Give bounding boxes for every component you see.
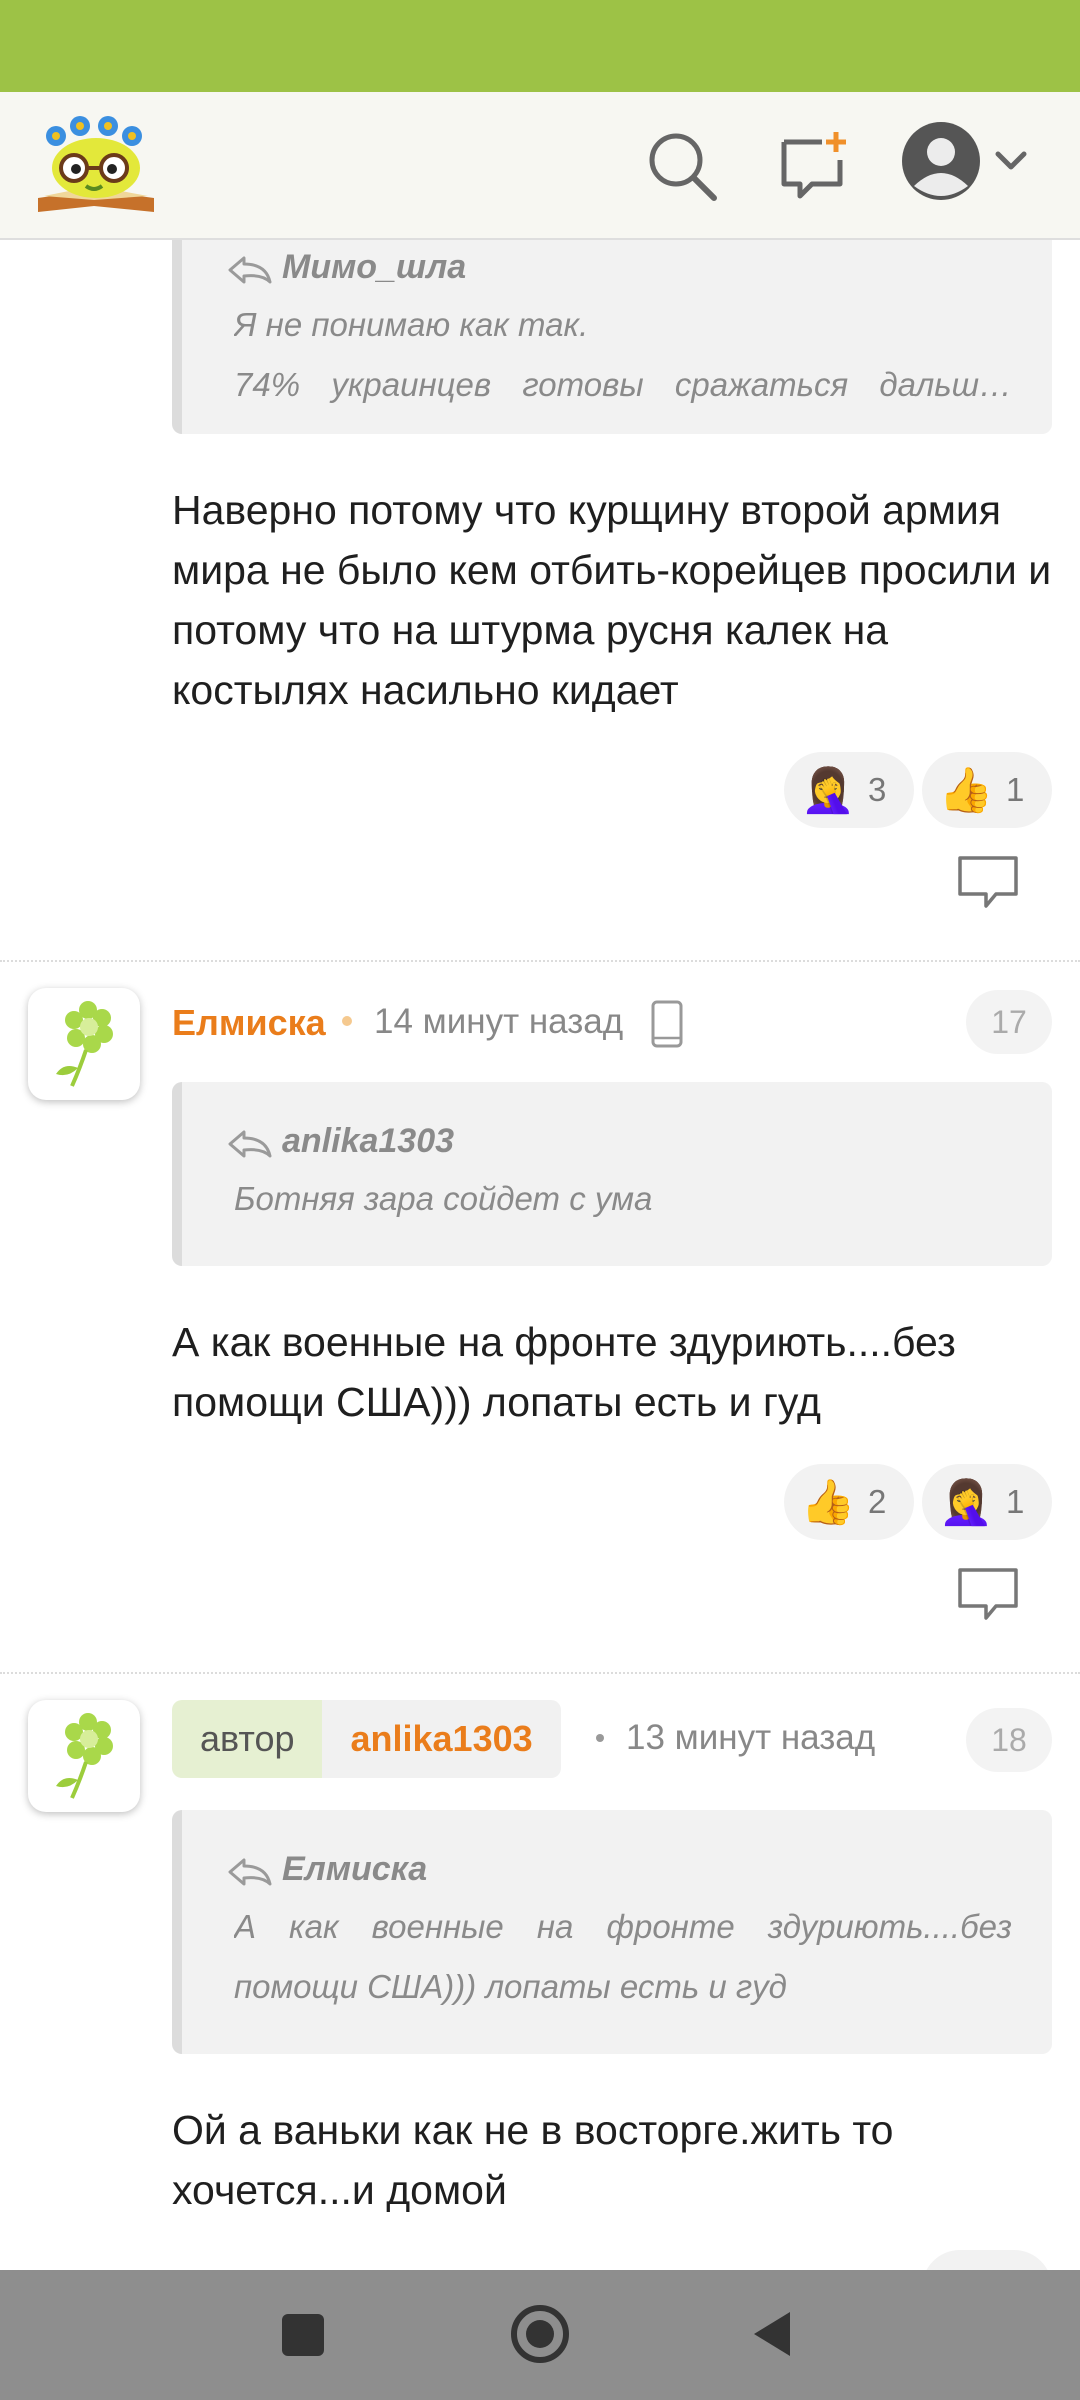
avatar[interactable] bbox=[28, 1700, 140, 1812]
quote-line: 74% украинцев готовы сражаться дальш… bbox=[234, 366, 1012, 403]
mobile-phone-icon bbox=[651, 1000, 683, 1048]
quote-author[interactable]: anlika1303 bbox=[282, 1122, 454, 1161]
reply-arrow-icon bbox=[228, 256, 272, 284]
avatar[interactable] bbox=[28, 988, 140, 1100]
reaction-count: 2 bbox=[868, 1483, 887, 1520]
book-with-glasses-logo[interactable] bbox=[34, 112, 158, 224]
circle-home-icon[interactable] bbox=[508, 2302, 572, 2366]
quote-author[interactable]: Мимо_шла bbox=[282, 248, 466, 287]
comment-divider bbox=[0, 960, 1080, 962]
reaction-count: 1 bbox=[1006, 1483, 1025, 1520]
facepalm-emoji-icon: 🤦‍♀️ bbox=[938, 1478, 994, 1527]
quoted-comment[interactable]: anlika1303 Ботняя зара сойдет с ума bbox=[172, 1082, 1052, 1266]
search-icon[interactable] bbox=[644, 128, 720, 204]
timestamp: 14 минут назад bbox=[374, 1002, 624, 1041]
system-navigation-bar bbox=[0, 2270, 1080, 2400]
comments-feed: Мимо_шла Я не понимаю как так. 74% украи… bbox=[0, 240, 1080, 2270]
top-bar bbox=[0, 92, 1080, 240]
facepalm-emoji-icon: 🤦‍♀️ bbox=[800, 766, 856, 815]
status-bar bbox=[0, 0, 1080, 92]
new-message-icon[interactable] bbox=[778, 130, 850, 200]
quote-line: Я не понимаю как так. bbox=[234, 306, 589, 343]
username[interactable]: Елмиска bbox=[172, 1002, 326, 1044]
username[interactable]: anlika1303 bbox=[322, 1700, 561, 1778]
reaction-facepalm[interactable]: 🤦‍♀️ 1 bbox=[922, 1464, 1052, 1540]
reaction-facepalm[interactable]: 🤦‍♀️ 3 bbox=[784, 752, 914, 828]
reaction-thumbs-up[interactable]: 👍 2 bbox=[784, 1464, 914, 1540]
reaction-count: 3 bbox=[868, 771, 887, 808]
reply-comment-icon[interactable] bbox=[956, 1566, 1020, 1622]
comment-text: Ой а ваньки как не в восторге.жить то хо… bbox=[172, 2107, 894, 2213]
square-recents-icon[interactable] bbox=[278, 2310, 328, 2360]
quote-author[interactable]: Елмиска bbox=[282, 1850, 427, 1889]
quote-line: Ботняя зара сойдет с ума bbox=[234, 1180, 653, 1217]
quote-line: А как военные на фронте здуриють....без bbox=[234, 1908, 1012, 1945]
separator-dot bbox=[342, 1016, 352, 1026]
reply-arrow-icon bbox=[228, 1130, 272, 1158]
reply-arrow-icon bbox=[228, 1858, 272, 1886]
author-badge: автор anlika1303 bbox=[172, 1700, 561, 1778]
author-label: автор bbox=[172, 1700, 323, 1778]
comment-text: А как военные на фронте здуриють....без … bbox=[172, 1319, 956, 1425]
reaction-partial[interactable] bbox=[922, 2250, 1052, 2270]
comment-number[interactable]: 18 bbox=[966, 1708, 1052, 1772]
user-avatar-icon[interactable] bbox=[900, 120, 982, 202]
triangle-back-icon[interactable] bbox=[750, 2308, 794, 2360]
quoted-comment[interactable]: Мимо_шла Я не понимаю как так. 74% украи… bbox=[172, 240, 1052, 434]
reaction-thumbs-up[interactable]: 👍 1 bbox=[922, 752, 1052, 828]
thumbs-up-emoji-icon: 👍 bbox=[938, 766, 994, 815]
reaction-count: 1 bbox=[1006, 771, 1025, 808]
comment-text: Наверно потому что курщину второй армия … bbox=[172, 487, 1052, 713]
timestamp: 13 минут назад bbox=[626, 1718, 876, 1757]
thumbs-up-emoji-icon: 👍 bbox=[800, 1478, 856, 1527]
quoted-comment[interactable]: Елмиска А как военные на фронте здуриють… bbox=[172, 1810, 1052, 2054]
comment-number[interactable]: 17 bbox=[966, 990, 1052, 1054]
reply-comment-icon[interactable] bbox=[956, 854, 1020, 910]
chevron-down-icon[interactable] bbox=[994, 150, 1028, 174]
separator-dot bbox=[596, 1734, 604, 1742]
quote-line: помощи США))) лопаты есть и гуд bbox=[234, 1968, 787, 2005]
comment-divider bbox=[0, 1672, 1080, 1674]
